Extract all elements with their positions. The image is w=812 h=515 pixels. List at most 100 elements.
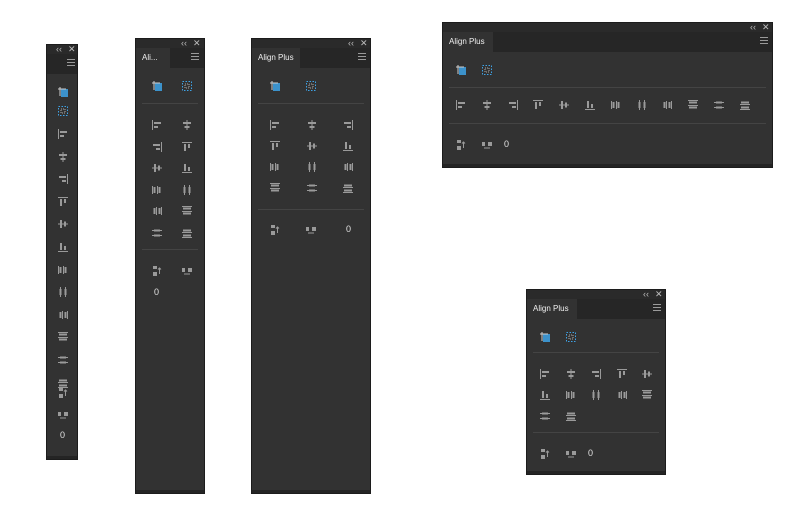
vertical-distribute-top-icon[interactable] bbox=[269, 182, 281, 194]
horizontal-align-right-icon[interactable] bbox=[507, 99, 519, 111]
vertical-distribute-center-icon[interactable] bbox=[57, 354, 69, 366]
resize-grip[interactable] bbox=[527, 471, 665, 474]
align-to-key-object-icon[interactable] bbox=[57, 86, 69, 98]
resize-grip[interactable] bbox=[443, 164, 772, 167]
horizontal-distribute-center-icon[interactable] bbox=[57, 286, 69, 298]
close-icon[interactable]: ✕ bbox=[68, 44, 76, 54]
horizontal-distribute-right-icon[interactable] bbox=[151, 205, 163, 217]
panel-title-bar[interactable]: ‹‹ ✕ bbox=[136, 38, 204, 48]
panel-title-bar[interactable]: ‹‹ ✕ bbox=[443, 22, 772, 32]
vertical-align-center-icon[interactable] bbox=[57, 218, 69, 230]
horizontal-align-left-icon[interactable] bbox=[539, 368, 551, 380]
vertical-align-bottom-icon[interactable] bbox=[342, 140, 354, 152]
vertical-align-bottom-icon[interactable] bbox=[539, 389, 551, 401]
vertical-align-center-icon[interactable] bbox=[641, 368, 653, 380]
vertical-distribute-top-icon[interactable] bbox=[57, 331, 69, 343]
distribute-spacing-horizontal-icon[interactable] bbox=[57, 409, 69, 421]
horizontal-distribute-left-icon[interactable] bbox=[610, 99, 622, 111]
horizontal-align-right-icon[interactable] bbox=[590, 368, 602, 380]
panel-menu-icon[interactable] bbox=[67, 59, 75, 66]
horizontal-align-left-icon[interactable] bbox=[151, 119, 163, 131]
spacing-value[interactable]: 0 bbox=[60, 430, 65, 440]
distribute-spacing-vertical-icon[interactable] bbox=[57, 387, 69, 399]
horizontal-align-right-icon[interactable] bbox=[57, 173, 69, 185]
close-icon[interactable]: ✕ bbox=[655, 289, 663, 299]
horizontal-distribute-center-icon[interactable] bbox=[636, 99, 648, 111]
align-to-selection-icon[interactable] bbox=[181, 80, 193, 92]
distribute-spacing-vertical-icon[interactable] bbox=[455, 139, 467, 151]
panel-title-bar[interactable]: ‹‹ ✕ bbox=[527, 289, 665, 299]
align-to-key-object-icon[interactable] bbox=[151, 80, 163, 92]
vertical-align-bottom-icon[interactable] bbox=[181, 162, 193, 174]
distribute-spacing-horizontal-icon[interactable] bbox=[481, 139, 493, 151]
distribute-spacing-horizontal-icon[interactable] bbox=[565, 448, 577, 460]
distribute-spacing-vertical-icon[interactable] bbox=[151, 265, 163, 277]
horizontal-distribute-left-icon[interactable] bbox=[565, 389, 577, 401]
panel-tab-align-plus[interactable]: Ali... bbox=[136, 48, 170, 68]
vertical-align-center-icon[interactable] bbox=[151, 162, 163, 174]
horizontal-align-left-icon[interactable] bbox=[269, 119, 281, 131]
vertical-distribute-bottom-icon[interactable] bbox=[181, 227, 193, 239]
distribute-spacing-vertical-icon[interactable] bbox=[269, 224, 281, 236]
panel-title-bar[interactable]: ‹‹ ✕ bbox=[47, 44, 77, 54]
vertical-align-top-icon[interactable] bbox=[532, 99, 544, 111]
horizontal-distribute-right-icon[interactable] bbox=[661, 99, 673, 111]
collapse-icon[interactable]: ‹‹ bbox=[750, 22, 756, 32]
align-to-selection-icon[interactable] bbox=[565, 331, 577, 343]
spacing-value[interactable]: 0 bbox=[154, 287, 159, 297]
collapse-icon[interactable]: ‹‹ bbox=[348, 38, 354, 48]
horizontal-align-right-icon[interactable] bbox=[151, 141, 163, 153]
vertical-distribute-bottom-icon[interactable] bbox=[739, 99, 751, 111]
horizontal-align-left-icon[interactable] bbox=[57, 128, 69, 140]
vertical-distribute-center-icon[interactable] bbox=[539, 410, 551, 422]
horizontal-distribute-left-icon[interactable] bbox=[269, 161, 281, 173]
vertical-align-top-icon[interactable] bbox=[616, 368, 628, 380]
vertical-distribute-top-icon[interactable] bbox=[641, 389, 653, 401]
vertical-distribute-top-icon[interactable] bbox=[687, 99, 699, 111]
horizontal-distribute-center-icon[interactable] bbox=[590, 389, 602, 401]
panel-menu-icon[interactable] bbox=[191, 53, 199, 60]
vertical-align-top-icon[interactable] bbox=[181, 141, 193, 153]
distribute-spacing-horizontal-icon[interactable] bbox=[181, 265, 193, 277]
resize-grip[interactable] bbox=[136, 490, 204, 493]
horizontal-distribute-left-icon[interactable] bbox=[151, 184, 163, 196]
close-icon[interactable]: ✕ bbox=[193, 38, 201, 48]
horizontal-align-center-icon[interactable] bbox=[306, 119, 318, 131]
panel-tab-align-plus[interactable]: Align Plus bbox=[527, 299, 577, 319]
panel-tab-align-plus[interactable]: Align Plus bbox=[252, 48, 300, 68]
vertical-distribute-center-icon[interactable] bbox=[151, 227, 163, 239]
distribute-spacing-horizontal-icon[interactable] bbox=[305, 224, 317, 236]
collapse-icon[interactable]: ‹‹ bbox=[643, 289, 649, 299]
panel-menu-icon[interactable] bbox=[653, 304, 661, 311]
collapse-icon[interactable]: ‹‹ bbox=[181, 38, 187, 48]
vertical-align-bottom-icon[interactable] bbox=[584, 99, 596, 111]
vertical-distribute-bottom-icon[interactable] bbox=[342, 182, 354, 194]
resize-grip[interactable] bbox=[47, 456, 77, 459]
vertical-align-bottom-icon[interactable] bbox=[57, 241, 69, 253]
align-to-selection-icon[interactable] bbox=[305, 80, 317, 92]
horizontal-align-center-icon[interactable] bbox=[565, 368, 577, 380]
horizontal-distribute-right-icon[interactable] bbox=[342, 161, 354, 173]
horizontal-align-center-icon[interactable] bbox=[57, 151, 69, 163]
align-to-key-object-icon[interactable] bbox=[269, 80, 281, 92]
horizontal-distribute-left-icon[interactable] bbox=[57, 264, 69, 276]
panel-title-bar[interactable]: ‹‹ ✕ bbox=[252, 38, 370, 48]
vertical-align-center-icon[interactable] bbox=[558, 99, 570, 111]
align-to-key-object-icon[interactable] bbox=[539, 331, 551, 343]
panel-menu-icon[interactable] bbox=[760, 37, 768, 44]
align-to-key-object-icon[interactable] bbox=[455, 64, 467, 76]
vertical-distribute-bottom-icon[interactable] bbox=[565, 410, 577, 422]
spacing-value[interactable]: 0 bbox=[588, 448, 593, 458]
align-to-selection-icon[interactable] bbox=[57, 105, 69, 117]
vertical-align-top-icon[interactable] bbox=[269, 140, 281, 152]
vertical-distribute-center-icon[interactable] bbox=[306, 182, 318, 194]
vertical-align-center-icon[interactable] bbox=[306, 140, 318, 152]
horizontal-distribute-right-icon[interactable] bbox=[57, 309, 69, 321]
horizontal-distribute-right-icon[interactable] bbox=[616, 389, 628, 401]
horizontal-align-left-icon[interactable] bbox=[455, 99, 467, 111]
panel-menu-icon[interactable] bbox=[358, 53, 366, 60]
collapse-icon[interactable]: ‹‹ bbox=[56, 44, 62, 54]
horizontal-distribute-center-icon[interactable] bbox=[306, 161, 318, 173]
spacing-value[interactable]: 0 bbox=[346, 224, 351, 234]
close-icon[interactable]: ✕ bbox=[762, 22, 770, 32]
